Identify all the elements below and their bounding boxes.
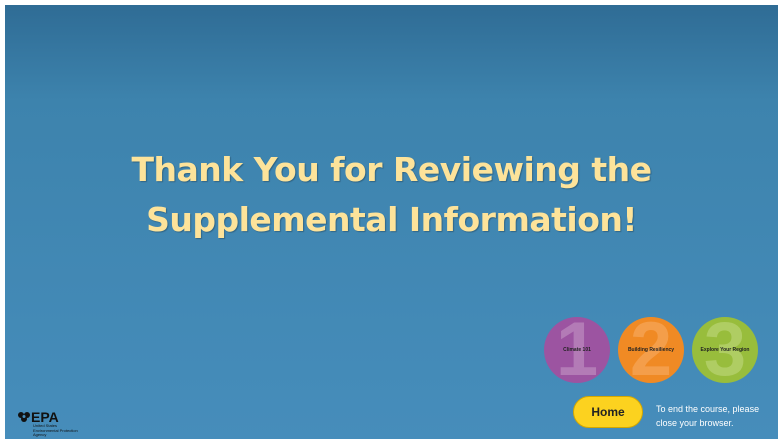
module-2-button[interactable]: 2 Building Resiliency <box>618 317 684 383</box>
epa-logo: EPA United States Environmental Protecti… <box>17 410 107 438</box>
slide-canvas: Thank You for Reviewing the Supplemental… <box>5 5 778 439</box>
module-2-label: Building Resiliency <box>627 347 675 353</box>
module-1-label: Climate 101 <box>563 347 591 353</box>
title-line-1: Thank You for Reviewing the <box>131 150 652 189</box>
module-3-button[interactable]: 3 Explore Your Region <box>692 317 758 383</box>
epa-flower-icon <box>18 412 30 422</box>
end-course-note: To end the course, please close your bro… <box>656 402 778 430</box>
module-3-label: Explore Your Region <box>700 347 750 353</box>
end-note-line-2: close your browser. <box>656 418 734 428</box>
end-note-line-1: To end the course, please <box>656 404 760 414</box>
page-title: Thank You for Reviewing the Supplemental… <box>5 145 778 245</box>
title-line-2: Supplemental Information! <box>146 200 637 239</box>
module-1-button[interactable]: 1 Climate 101 <box>544 317 610 383</box>
epa-subtitle-3: Agency <box>33 432 47 437</box>
epa-wordmark: EPA <box>31 409 59 425</box>
home-button[interactable]: Home <box>573 396 643 428</box>
